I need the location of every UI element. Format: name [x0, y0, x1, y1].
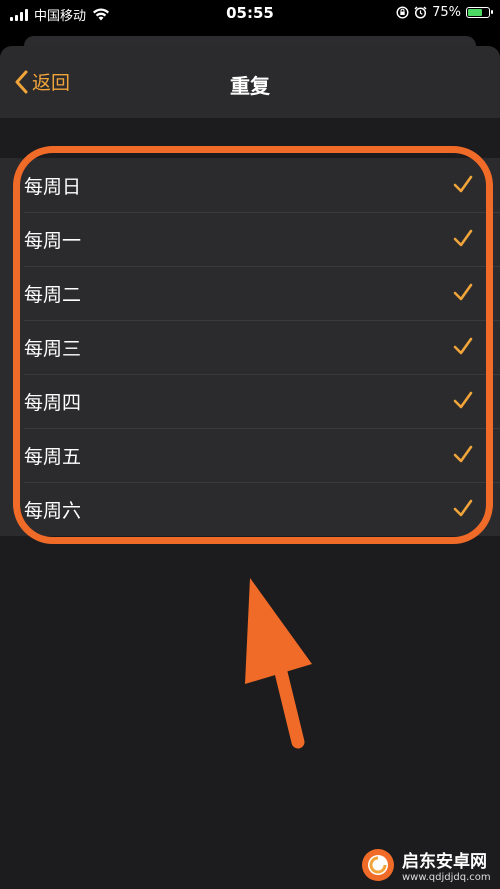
watermark-name: 启东安卓网	[402, 851, 487, 872]
watermark: 启东安卓网 www.qdjdjdq.com	[360, 840, 500, 889]
battery-fill	[468, 9, 483, 16]
status-bar: 中国移动 05:55 75%	[0, 0, 500, 28]
status-right: 75%	[396, 5, 493, 20]
annotation-highlight-box	[13, 146, 493, 544]
alarm-icon	[414, 6, 427, 19]
navigation-bar: 返回 重复	[0, 46, 500, 118]
battery-icon	[466, 7, 493, 18]
watermark-logo-icon	[362, 848, 394, 881]
battery-percent: 75%	[432, 5, 461, 20]
watermark-text: 启东安卓网 www.qdjdjdq.com	[402, 847, 491, 883]
page-title: 重复	[230, 74, 270, 98]
orientation-lock-icon	[396, 6, 409, 19]
watermark-url: www.qdjdjdq.com	[402, 871, 491, 883]
